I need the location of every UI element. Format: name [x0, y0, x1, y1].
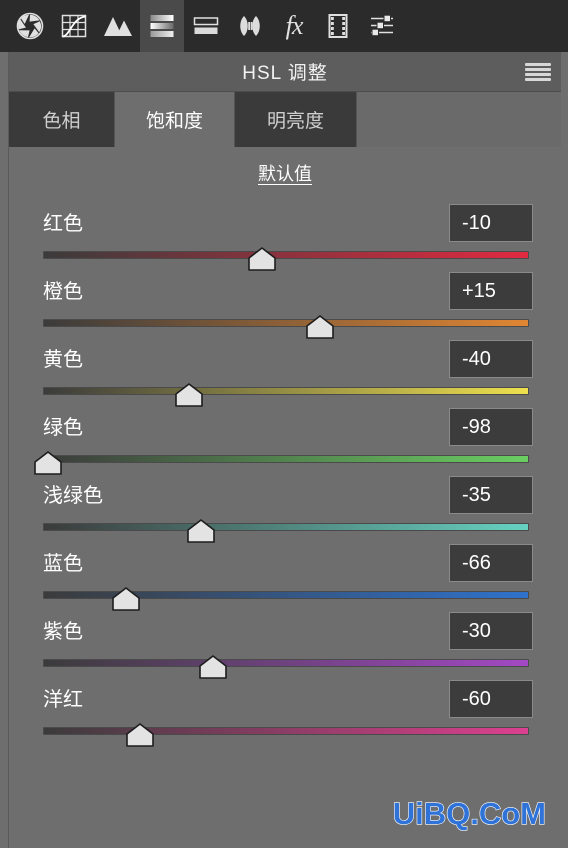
filmstrip-icon	[326, 12, 350, 40]
slider-value-text-orange: +15	[462, 279, 496, 302]
slider-value-text-purple: -30	[462, 619, 491, 642]
slider-value-input-orange[interactable]: +15	[449, 272, 533, 310]
toolbar-item-camera-calibration[interactable]	[316, 0, 360, 52]
slider-value-input-green[interactable]: -98	[449, 408, 533, 446]
slider-value-text-yellow: -40	[462, 347, 491, 370]
slider-value-input-blue[interactable]: -66	[449, 544, 533, 582]
slider-track-area-orange[interactable]	[43, 314, 529, 339]
toolbar-item-detail[interactable]	[96, 0, 140, 52]
tone-curve-icon	[60, 12, 88, 40]
aperture-icon	[16, 12, 44, 40]
slider-label-orange: 橙色	[43, 281, 83, 303]
watermark: UiBQ.CoM	[392, 795, 546, 831]
slider-row-yellow: 黄色 -40	[9, 335, 561, 407]
slider-track-area-purple[interactable]	[43, 654, 529, 679]
slider-track-area-yellow[interactable]	[43, 382, 529, 407]
slider-track-area-red[interactable]	[43, 246, 529, 271]
split-tone-icon	[192, 12, 220, 40]
slider-track-area-blue[interactable]	[43, 586, 529, 611]
slider-row-orange: 橙色 +15	[9, 267, 561, 339]
slider-label-blue: 蓝色	[43, 553, 83, 575]
slider-value-text-red: -10	[462, 211, 491, 234]
slider-track-orange[interactable]	[43, 319, 529, 327]
slider-track-area-green[interactable]	[34, 450, 529, 475]
toolbar-item-effects[interactable]: fx	[272, 0, 316, 52]
tab-hue-label: 色相	[42, 111, 81, 132]
slider-value-input-yellow[interactable]: -40	[449, 340, 533, 378]
toolbar-item-hsl[interactable]	[140, 0, 184, 52]
toolbar-item-lens-correction[interactable]	[228, 0, 272, 52]
toolbar-item-split-toning[interactable]	[184, 0, 228, 52]
hsl-tab-bar: 色相 饱和度 明亮度	[9, 92, 561, 147]
slider-value-text-magenta: -60	[462, 687, 491, 710]
tab-saturation-label: 饱和度	[145, 111, 203, 132]
slider-value-input-purple[interactable]: -30	[449, 612, 533, 650]
module-toolbar: fx	[0, 0, 568, 52]
tab-luminance[interactable]: 明亮度	[235, 92, 357, 147]
slider-track-red[interactable]	[43, 251, 529, 259]
slider-value-input-red[interactable]: -10	[449, 204, 533, 242]
slider-row-red: 红色 -10	[9, 199, 561, 271]
slider-label-red: 红色	[43, 213, 83, 235]
slider-track-magenta[interactable]	[43, 727, 529, 735]
slider-value-text-blue: -66	[462, 551, 491, 574]
slider-track-area-magenta[interactable]	[43, 722, 529, 747]
panel-titlebar: HSL 调整	[9, 52, 561, 92]
hsl-bars-icon	[148, 12, 176, 40]
reset-defaults-link[interactable]: 默认值	[258, 160, 312, 186]
slider-label-magenta: 洋红	[43, 689, 83, 711]
tab-saturation[interactable]: 饱和度	[115, 92, 235, 147]
toolbar-item-aperture[interactable]	[8, 0, 52, 52]
lens-correction-icon	[235, 12, 265, 40]
slider-thumb-magenta[interactable]	[125, 723, 155, 747]
slider-row-aqua: 浅绿色 -35	[9, 471, 561, 543]
slider-label-yellow: 黄色	[43, 349, 83, 371]
hsl-panel: HSL 调整 色相 饱和度 明亮度 默认值 红色 -10 橙色 +15 黄色 -40 绿色 -…	[8, 52, 561, 848]
defaults-row: 默认值	[9, 147, 561, 199]
hamburger-menu-icon[interactable]	[525, 62, 551, 81]
toolbar-item-tone-curve[interactable]	[52, 0, 96, 52]
slider-row-purple: 紫色 -30	[9, 607, 561, 679]
tab-hue[interactable]: 色相	[9, 92, 115, 147]
page-title: HSL 调整	[242, 63, 328, 84]
slider-track-aqua[interactable]	[43, 523, 529, 531]
tab-luminance-label: 明亮度	[266, 111, 324, 132]
mountains-icon	[103, 12, 133, 40]
slider-value-text-aqua: -35	[462, 483, 491, 506]
slider-label-purple: 紫色	[43, 621, 83, 643]
slider-value-input-aqua[interactable]: -35	[449, 476, 533, 514]
presets-sliders-icon	[368, 12, 396, 40]
slider-label-aqua: 浅绿色	[43, 485, 103, 507]
slider-row-green: 绿色 -98	[9, 403, 561, 475]
slider-track-yellow[interactable]	[43, 387, 529, 395]
slider-value-input-magenta[interactable]: -60	[449, 680, 533, 718]
slider-list: 红色 -10 橙色 +15 黄色 -40 绿色 -98 浅绿色 -35 蓝色 -66 紫色 -30 洋红 -6…	[9, 199, 561, 747]
fx-icon: fx	[285, 11, 304, 40]
slider-track-purple[interactable]	[43, 659, 529, 667]
slider-value-text-green: -98	[462, 415, 491, 438]
slider-track-green[interactable]	[43, 455, 529, 463]
tab-bar-filler	[357, 92, 561, 147]
slider-label-green: 绿色	[43, 417, 83, 439]
toolbar-item-presets[interactable]	[360, 0, 404, 52]
slider-track-area-aqua[interactable]	[43, 518, 529, 543]
hsl-adjustment-panel-screen: fx HSL 调整 色相 饱和度 明亮度 默认值 红色 -10 橙色 +15 黄…	[0, 0, 568, 848]
slider-row-magenta: 洋红 -60	[9, 675, 561, 747]
slider-row-blue: 蓝色 -66	[9, 539, 561, 611]
